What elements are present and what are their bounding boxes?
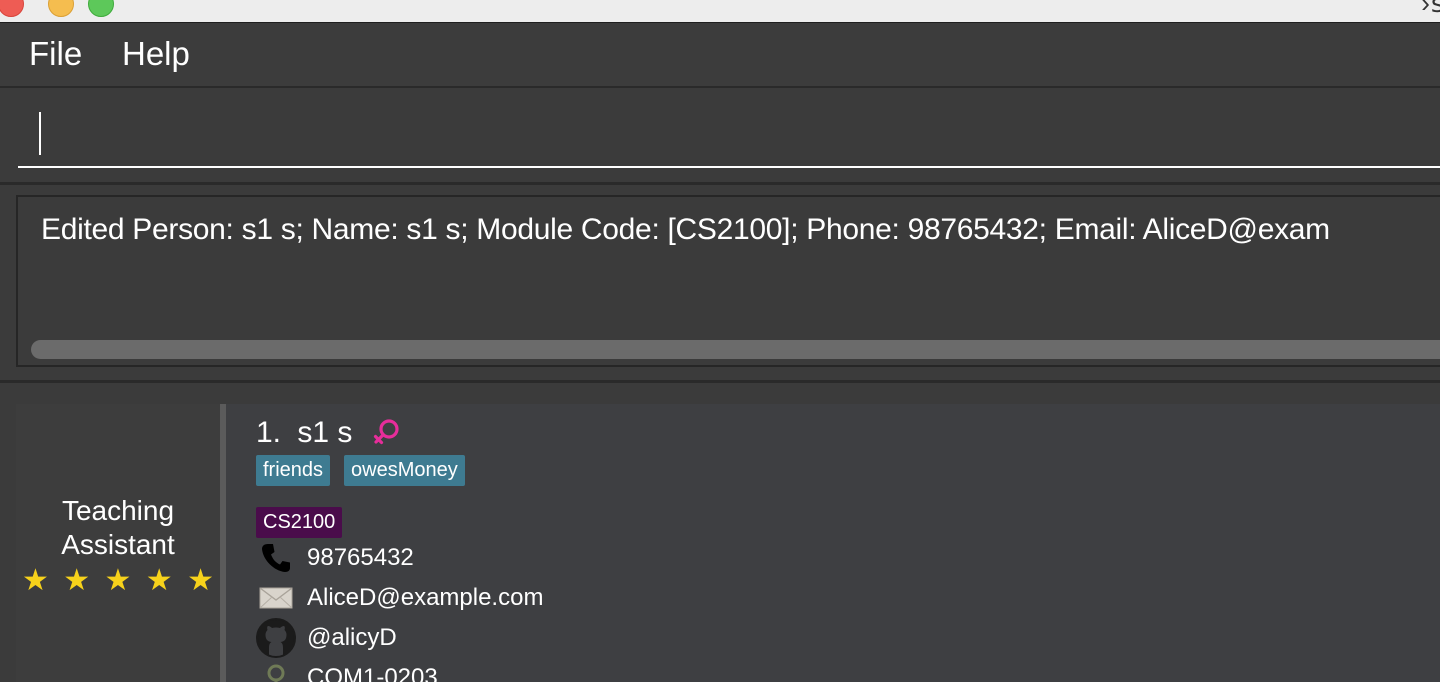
minimize-window-button[interactable] [48, 0, 74, 17]
command-input[interactable] [18, 102, 1440, 168]
star-icon: ★ [104, 564, 132, 597]
horizontal-scrollbar[interactable] [31, 340, 1440, 359]
role-label: Teaching Assistant [16, 494, 220, 562]
person-details: 1. s1 s friends owesMoney CS2100 9876543… [226, 404, 1440, 682]
phone-field: 98765432 [256, 538, 414, 578]
female-symbol-icon [373, 419, 399, 445]
tag-friends: friends [256, 455, 331, 486]
person-name-line: 1. s1 s [256, 416, 352, 450]
person-role-panel: Teaching Assistant ★ ★ ★ ★ ★ [16, 404, 220, 682]
person-card[interactable]: Teaching Assistant ★ ★ ★ ★ ★ 1. s1 s fri… [16, 404, 1440, 682]
rating-stars: ★ ★ ★ ★ ★ [22, 566, 220, 596]
menu-bar: File Help [0, 23, 1440, 88]
phone-value: 98765432 [307, 544, 414, 571]
email-field: AliceD@example.com [256, 578, 543, 618]
email-value: AliceD@example.com [307, 584, 544, 611]
location-value: COM1-0203 [307, 664, 438, 682]
location-pin-icon [256, 658, 296, 682]
tag-list: friends owesMoney [256, 455, 465, 486]
command-box-pane [0, 88, 1440, 185]
close-window-button[interactable] [0, 0, 24, 17]
tag-owes-money: owesMoney [344, 455, 465, 486]
menu-file[interactable]: File [29, 35, 82, 73]
location-field: COM1-0203 [256, 658, 438, 682]
menu-help[interactable]: Help [122, 35, 190, 73]
app-window: ›ꜱꜱ File Help Edited Person: s1 s; Name:… [0, 0, 1440, 682]
phone-icon [256, 538, 296, 578]
maximize-window-button[interactable] [88, 0, 114, 17]
person-list-pane: Teaching Assistant ★ ★ ★ ★ ★ 1. s1 s fri… [0, 383, 1440, 682]
star-icon: ★ [63, 564, 91, 597]
person-name: s1 s [297, 416, 353, 449]
result-display-pane: Edited Person: s1 s; Name: s1 s; Module … [0, 185, 1440, 383]
result-message: Edited Person: s1 s; Name: s1 s; Module … [41, 213, 1330, 246]
envelope-icon [256, 578, 296, 618]
star-icon: ★ [145, 564, 173, 597]
github-value: @alicyD [307, 624, 397, 651]
github-field: @alicyD [256, 618, 397, 658]
result-display[interactable]: Edited Person: s1 s; Name: s1 s; Module … [16, 195, 1440, 367]
window-title-fragment: ›ꜱꜱ [1421, 0, 1440, 18]
text-caret [39, 112, 41, 155]
role-line-2: Assistant [61, 529, 175, 560]
star-icon: ★ [187, 564, 214, 597]
role-line-1: Teaching [61, 495, 175, 526]
module-code-tag: CS2100 [256, 507, 343, 538]
title-bar: ›ꜱꜱ [0, 0, 1440, 23]
github-icon [256, 618, 296, 658]
person-index: 1. [256, 416, 282, 449]
star-icon: ★ [22, 564, 49, 597]
